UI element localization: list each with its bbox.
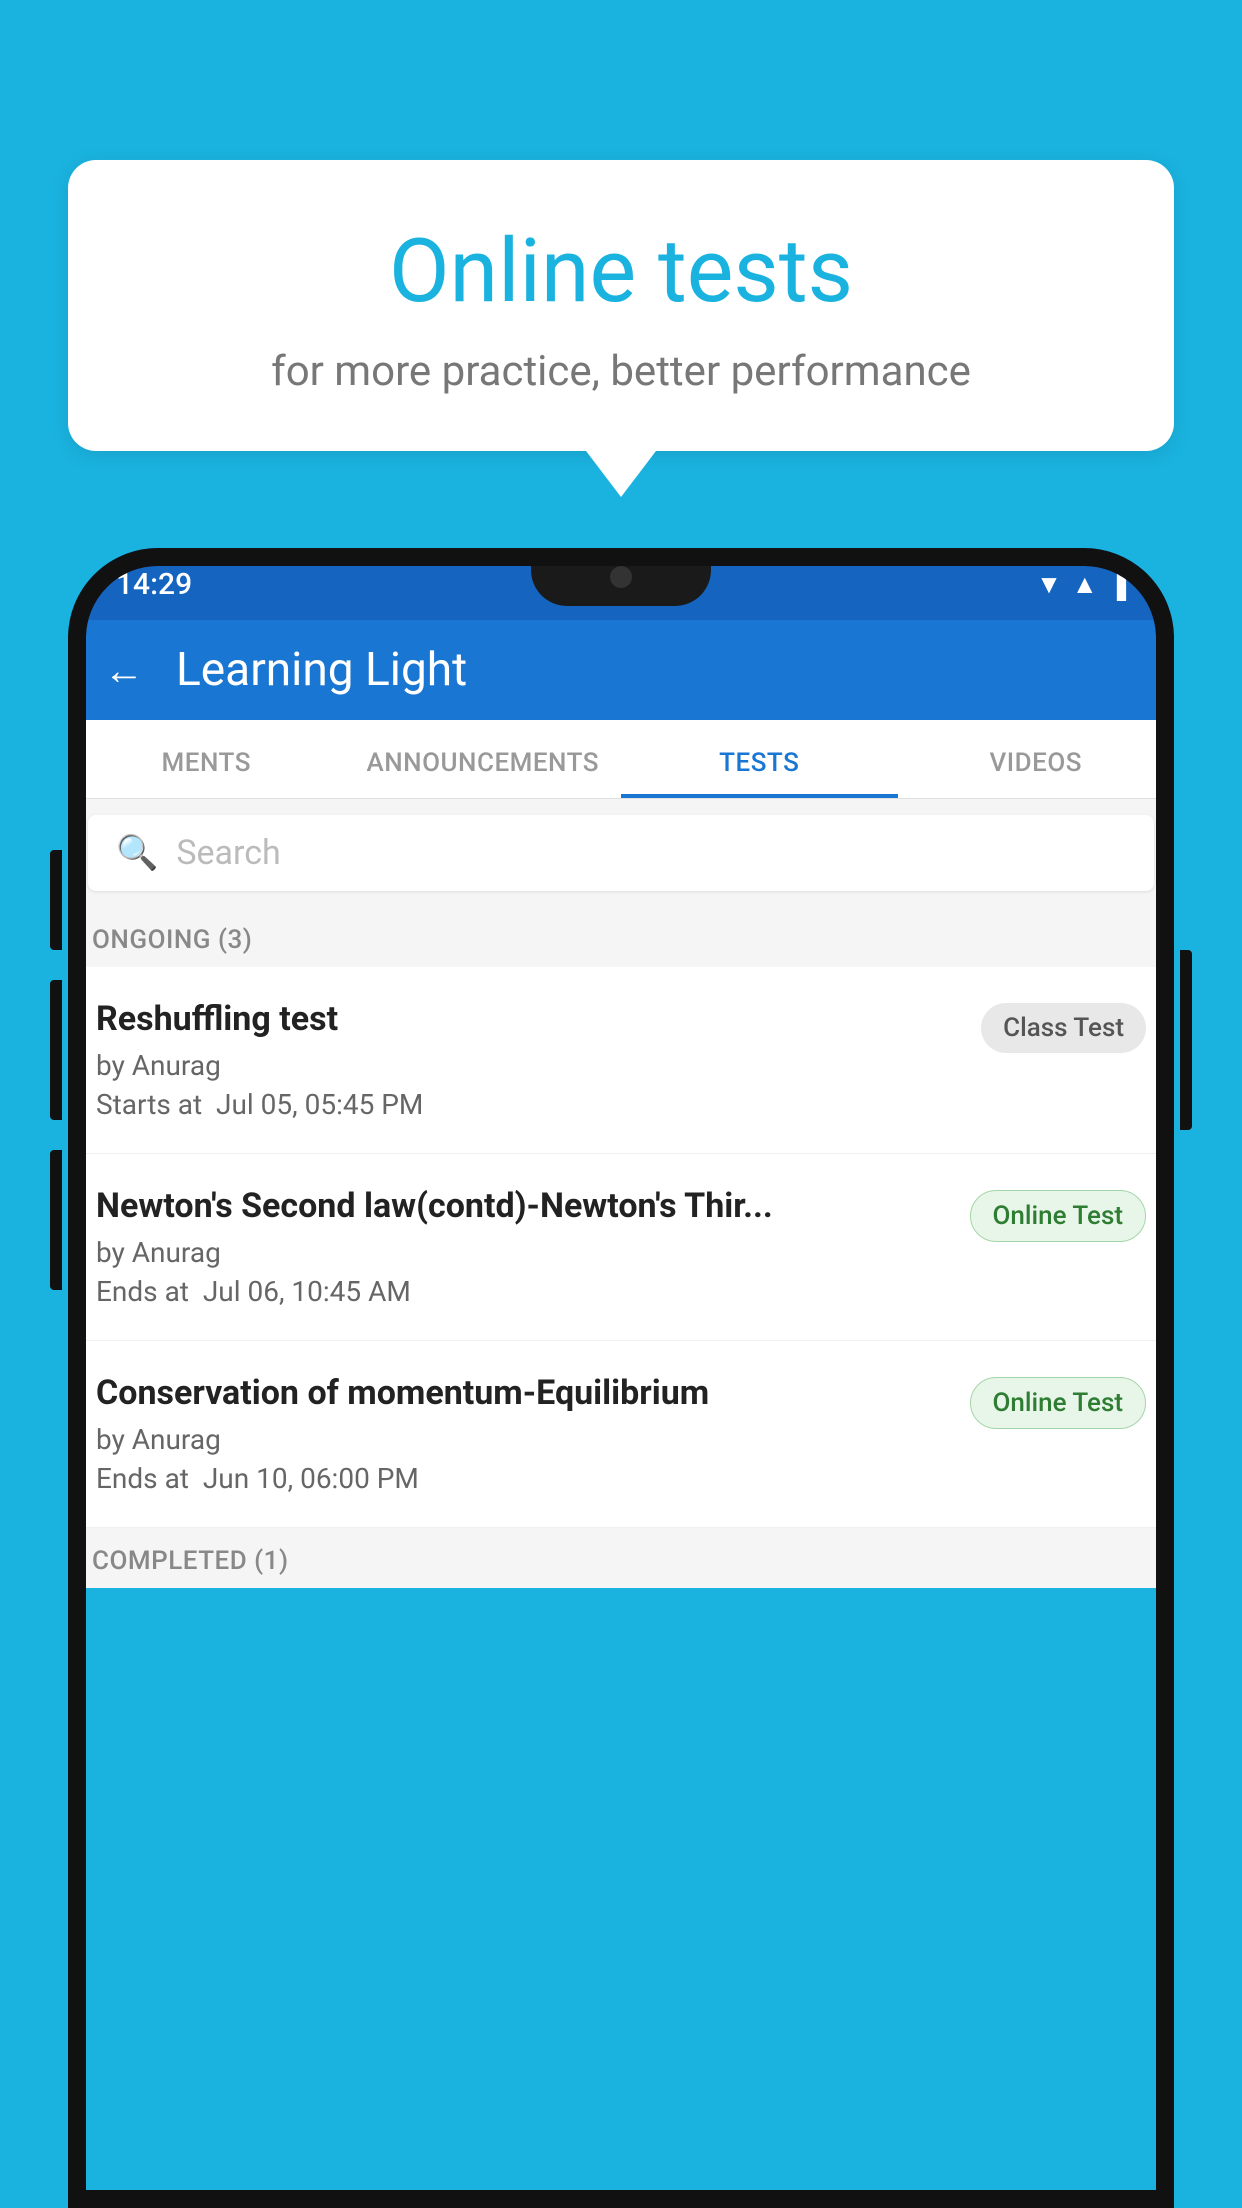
search-bar[interactable]: 🔍 Search xyxy=(88,815,1154,891)
status-time: 14:29 xyxy=(116,567,192,602)
test-name: Newton's Second law(contd)-Newton's Thir… xyxy=(96,1186,950,1226)
phone-volume-button xyxy=(50,850,62,950)
completed-section-header: COMPLETED (1) xyxy=(68,1528,1174,1588)
test-info: Newton's Second law(contd)-Newton's Thir… xyxy=(96,1186,950,1308)
tab-bar: MENTS ANNOUNCEMENTS TESTS VIDEOS xyxy=(68,720,1174,799)
tab-announcements[interactable]: ANNOUNCEMENTS xyxy=(345,720,622,798)
test-info: Conservation of momentum-Equilibrium by … xyxy=(96,1373,950,1495)
test-author: by Anurag xyxy=(96,1049,961,1082)
status-bar: 14:29 ▼ ▲ ▐ xyxy=(68,548,1174,620)
test-list: Reshuffling test by Anurag Starts at Jul… xyxy=(68,967,1174,1528)
test-item[interactable]: Reshuffling test by Anurag Starts at Jul… xyxy=(68,967,1174,1154)
wifi-icon: ▼ xyxy=(1036,569,1062,600)
signal-icon: ▲ xyxy=(1072,569,1098,600)
test-time: Ends at Jun 10, 06:00 PM xyxy=(96,1462,950,1495)
test-author: by Anurag xyxy=(96,1423,950,1456)
test-name: Conservation of momentum-Equilibrium xyxy=(96,1373,950,1413)
promo-subtitle: for more practice, better performance xyxy=(118,347,1124,396)
phone-volume-down-button xyxy=(50,1150,62,1290)
test-info: Reshuffling test by Anurag Starts at Jul… xyxy=(96,999,961,1121)
app-title: Learning Light xyxy=(176,643,467,697)
tab-ments[interactable]: MENTS xyxy=(68,720,345,798)
test-time: Ends at Jul 06, 10:45 AM xyxy=(96,1275,950,1308)
test-item[interactable]: Newton's Second law(contd)-Newton's Thir… xyxy=(68,1154,1174,1341)
search-icon: 🔍 xyxy=(116,833,158,873)
phone-power-button xyxy=(1180,950,1192,1130)
test-badge-online: Online Test xyxy=(970,1190,1147,1242)
phone-notch xyxy=(531,548,711,606)
test-item[interactable]: Conservation of momentum-Equilibrium by … xyxy=(68,1341,1174,1528)
search-input[interactable]: Search xyxy=(176,833,280,873)
test-badge-online: Online Test xyxy=(970,1377,1147,1429)
front-camera xyxy=(610,566,632,588)
phone-content: 🔍 Search ONGOING (3) Reshuffling test by… xyxy=(68,799,1174,1588)
back-button[interactable]: ← xyxy=(104,647,144,694)
battery-icon: ▐ xyxy=(1108,569,1126,600)
promo-title: Online tests xyxy=(118,220,1124,323)
tab-videos[interactable]: VIDEOS xyxy=(898,720,1175,798)
test-time: Starts at Jul 05, 05:45 PM xyxy=(96,1088,961,1121)
phone-volume-up-button xyxy=(50,980,62,1120)
test-badge-class: Class Test xyxy=(981,1003,1146,1053)
test-name: Reshuffling test xyxy=(96,999,961,1039)
promo-card: Online tests for more practice, better p… xyxy=(68,160,1174,451)
app-header: ← Learning Light xyxy=(68,620,1174,720)
tab-tests[interactable]: TESTS xyxy=(621,720,898,798)
status-icons: ▼ ▲ ▐ xyxy=(1036,569,1126,600)
ongoing-section-header: ONGOING (3) xyxy=(68,907,1174,967)
phone-screen: 14:29 ▼ ▲ ▐ ← Learning Light MENTS ANNOU… xyxy=(68,548,1174,2208)
test-author: by Anurag xyxy=(96,1236,950,1269)
